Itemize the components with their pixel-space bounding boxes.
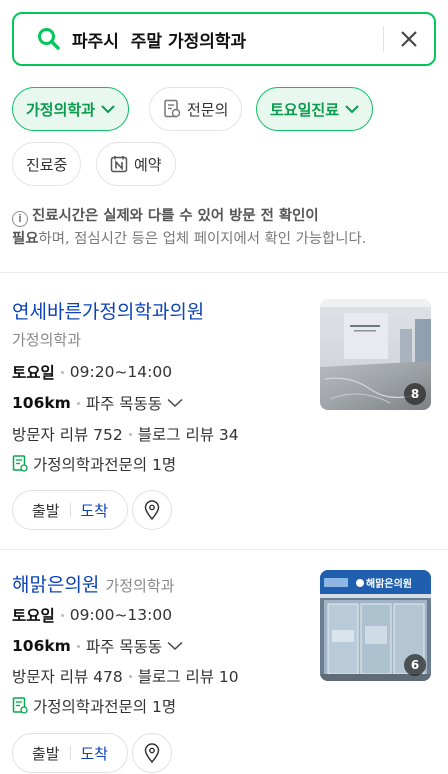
notice-bold: 필요 (12, 231, 39, 247)
chevron-down-icon (345, 104, 359, 113)
notice-text: 하며, 점심시간 등은 업체 페이지에서 확인 가능합니다. (38, 231, 367, 247)
info-icon: i (12, 211, 28, 227)
filter-saturday[interactable]: 토요일진료 (256, 87, 374, 131)
area-value: 파주 목동동 (85, 638, 163, 656)
doctor-document-icon (164, 99, 181, 118)
map-pin-button[interactable] (132, 733, 172, 773)
place-category: 가정의학과 (105, 577, 175, 595)
notice-bold: 진료시간은 실제와 다를 수 있어 방문 전 확인이 (32, 208, 319, 224)
doctor-document-icon (12, 455, 28, 472)
reviews-row: 방문자 리뷰 478 블로그 리뷰 10 (12, 665, 239, 687)
filter-open-now[interactable]: 진료중 (12, 142, 82, 186)
start-label[interactable]: 출발 (32, 500, 60, 521)
place-card[interactable]: 연세바른가정의학과의원 가정의학과 토요일 09:20~14:00 106km 파주… (0, 273, 448, 549)
hours-value: 09:00~13:00 (69, 606, 173, 624)
place-photo[interactable]: 8 (320, 299, 431, 410)
filter-label: 진료중 (26, 155, 68, 174)
distance-value: 106km (12, 637, 71, 655)
blog-reviews: 블로그 리뷰 10 (137, 668, 239, 686)
place-card[interactable]: 해맑은의원 가정의학과 토요일 09:00~13:00 106km 파주 목동동 방… (0, 550, 448, 774)
route-button[interactable]: 출발 도착 (12, 733, 128, 773)
search-bar[interactable]: 파주시 주말 가정의학과 (12, 12, 436, 66)
search-input[interactable]: 파주시 주말 가정의학과 (72, 27, 383, 52)
arrive-label[interactable]: 도착 (81, 500, 109, 521)
distance-value: 106km (12, 394, 71, 412)
place-category: 가정의학과 (12, 331, 82, 349)
place-name-row: 해맑은의원 가정의학과 (12, 570, 174, 597)
arrive-label[interactable]: 도착 (81, 743, 109, 764)
map-pin-icon (144, 500, 160, 520)
place-name[interactable]: 해맑은의원 (12, 574, 99, 596)
hours-row: 토요일 09:20~14:00 (12, 361, 172, 383)
filter-label: 예약 (134, 155, 162, 174)
chevron-down-icon (167, 641, 183, 651)
map-pin-icon (144, 743, 160, 763)
n-booking-icon (110, 156, 128, 173)
start-label[interactable]: 출발 (32, 743, 60, 764)
close-icon (401, 31, 417, 47)
chevron-down-icon (101, 104, 115, 113)
specialist-count: 가정의학과전문의 1명 (33, 698, 177, 716)
filter-label: 전문의 (187, 100, 229, 119)
filter-specialist[interactable]: 전문의 (149, 87, 243, 131)
search-icon (38, 28, 60, 50)
map-pin-button[interactable] (132, 490, 172, 530)
filter-family-medicine[interactable]: 가정의학과 (12, 87, 130, 131)
filter-label: 가정의학과 (26, 100, 96, 119)
route-button[interactable]: 출발 도착 (12, 490, 128, 530)
filter-booking[interactable]: 예약 (96, 142, 176, 186)
distance-row[interactable]: 106km 파주 목동동 (12, 392, 183, 414)
hours-notice: i 진료시간은 실제와 다를 수 있어 방문 전 확인이필요하며, 점심시간 등은… (12, 205, 436, 251)
photo-count-badge: 6 (404, 654, 426, 676)
chevron-down-icon (167, 398, 183, 408)
hours-row: 토요일 09:00~13:00 (12, 604, 172, 626)
day-label: 토요일 (12, 607, 55, 625)
clear-search-button[interactable] (384, 14, 434, 64)
place-photo[interactable]: 해맑은의원 6 (320, 570, 431, 681)
filter-label: 토요일진료 (270, 100, 340, 119)
specialist-count: 가정의학과전문의 1명 (33, 456, 177, 474)
distance-row[interactable]: 106km 파주 목동동 (12, 635, 183, 657)
specialist-row: 가정의학과전문의 1명 (12, 453, 176, 475)
doctor-document-icon (12, 697, 28, 714)
hours-value: 09:20~14:00 (69, 363, 173, 381)
visitor-reviews: 방문자 리뷰 752 (12, 426, 123, 444)
photo-count-badge: 8 (404, 383, 426, 405)
area-value: 파주 목동동 (85, 395, 163, 413)
clinic-sign: 해맑은의원 (366, 577, 412, 590)
place-name[interactable]: 연세바른가정의학과의원 (12, 297, 204, 324)
visitor-reviews: 방문자 리뷰 478 (12, 668, 123, 686)
blog-reviews: 블로그 리뷰 34 (137, 426, 239, 444)
specialist-row: 가정의학과전문의 1명 (12, 695, 176, 717)
day-label: 토요일 (12, 364, 55, 382)
reviews-row: 방문자 리뷰 752 블로그 리뷰 34 (12, 423, 239, 445)
